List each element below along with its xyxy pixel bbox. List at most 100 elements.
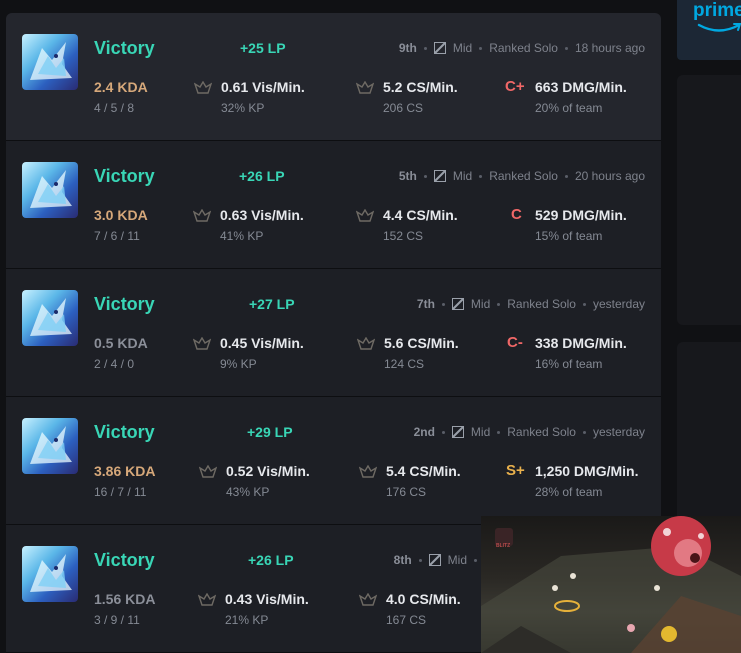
- damage-per-min: 529 DMG/Min.: [535, 207, 627, 223]
- separator-dot: [497, 302, 501, 306]
- cs-stat: 5.6 CS/Min. 124 CS: [357, 335, 459, 371]
- role-label: Mid: [470, 425, 491, 439]
- vision-stat: 0.43 Vis/Min. 21% KP: [198, 591, 309, 627]
- match-time: yesterday: [592, 425, 645, 439]
- cs-per-min: 4.4 CS/Min.: [383, 207, 458, 223]
- gameplay-video-frame: [481, 516, 741, 653]
- queue-type: Ranked Solo: [507, 425, 576, 439]
- match-meta: 2nd Mid Ranked Solo yesterday: [414, 425, 645, 439]
- sidebar-panel: [677, 342, 741, 522]
- separator-dot: [423, 46, 427, 50]
- performance-grade: C-: [507, 334, 523, 351]
- role-label: Mid: [452, 169, 473, 183]
- performance-grade: C+: [505, 78, 525, 95]
- mid-lane-icon: [451, 426, 464, 438]
- kda-ratio: 3.0 KDA: [94, 207, 148, 223]
- match-meta: 5th Mid Ranked Solo 20 hours ago: [399, 169, 645, 183]
- total-cs: 167 CS: [386, 613, 427, 627]
- separator-dot: [441, 430, 445, 434]
- match-card[interactable]: Victory +25 LP 9th Mid Ranked Solo 18 ho…: [6, 13, 661, 141]
- vision-per-min: 0.43 Vis/Min.: [225, 591, 309, 607]
- vision-stat: 0.45 Vis/Min. 9% KP: [193, 335, 304, 371]
- role-label: Mid: [452, 41, 473, 55]
- champion-portrait[interactable]: [22, 418, 78, 474]
- ward-icon: [198, 593, 216, 606]
- match-card[interactable]: Victory +27 LP 7th Mid Ranked Solo yeste…: [6, 269, 661, 397]
- prime-logo-text: prime: [693, 0, 741, 21]
- separator-dot: [497, 430, 501, 434]
- damage-per-min: 338 DMG/Min.: [535, 335, 627, 351]
- mid-lane-icon: [433, 42, 446, 54]
- cs-per-min: 5.4 CS/Min.: [386, 463, 461, 479]
- separator-dot: [441, 302, 445, 306]
- damage-stat: 1,250 DMG/Min. 28% of team: [535, 463, 638, 499]
- champion-portrait[interactable]: [22, 546, 78, 602]
- total-cs: 152 CS: [383, 229, 424, 243]
- champion-portrait[interactable]: [22, 162, 78, 218]
- match-result: Victory: [94, 422, 155, 442]
- kill-participation: 43% KP: [226, 485, 270, 499]
- match-meta: 8th Mid: [394, 553, 477, 567]
- separator-dot: [582, 302, 586, 306]
- minion-icon: [357, 337, 375, 350]
- kill-participation: 9% KP: [220, 357, 257, 371]
- placement: 9th: [398, 41, 417, 55]
- overlay-app-logo: BLITZ: [496, 543, 511, 549]
- damage-per-min: 663 DMG/Min.: [535, 79, 627, 95]
- cs-stat: 5.4 CS/Min. 176 CS: [359, 463, 461, 499]
- kda-ratio: 0.5 KDA: [94, 335, 148, 351]
- match-result: Victory: [94, 294, 155, 314]
- vision-stat: 0.63 Vis/Min. 41% KP: [193, 207, 304, 243]
- separator-dot: [564, 46, 568, 50]
- separator-dot: [479, 46, 483, 50]
- separator-dot: [474, 558, 477, 562]
- champion-portrait[interactable]: [22, 290, 78, 346]
- queue-type: Ranked Solo: [489, 169, 558, 183]
- placement: 5th: [398, 169, 417, 183]
- match-meta: 9th Mid Ranked Solo 18 hours ago: [399, 41, 645, 55]
- performance-grade: S+: [506, 462, 525, 479]
- video-overlay[interactable]: BLITZ: [481, 516, 741, 653]
- mid-lane-icon: [433, 170, 446, 182]
- match-card[interactable]: Victory +29 LP 2nd Mid Ranked Solo yeste…: [6, 397, 661, 525]
- queue-type: Ranked Solo: [489, 41, 558, 55]
- team-damage-share: 15% of team: [535, 229, 603, 243]
- queue-type: Ranked Solo: [507, 297, 576, 311]
- match-card[interactable]: Victory +26 LP 5th Mid Ranked Solo 20 ho…: [6, 141, 661, 269]
- cs-stat: 5.2 CS/Min. 206 CS: [356, 79, 458, 115]
- ward-icon: [193, 337, 211, 350]
- damage-stat: 529 DMG/Min. 15% of team: [535, 207, 627, 243]
- team-damage-share: 20% of team: [535, 101, 603, 115]
- sidebar-panel: [677, 75, 741, 325]
- mid-lane-icon: [451, 298, 464, 310]
- lp-change: +27 LP: [249, 296, 295, 312]
- kda-ratio: 1.56 KDA: [94, 591, 156, 607]
- lp-change: +29 LP: [247, 424, 293, 440]
- minion-icon: [359, 465, 377, 478]
- team-damage-share: 16% of team: [535, 357, 603, 371]
- kda-line: 16 / 7 / 11: [94, 485, 147, 499]
- kda-line: 7 / 6 / 11: [94, 229, 140, 243]
- mid-lane-icon: [428, 554, 441, 566]
- team-damage-share: 28% of team: [535, 485, 603, 499]
- cs-per-min: 4.0 CS/Min.: [386, 591, 461, 607]
- role-label: Mid: [447, 553, 467, 567]
- separator-dot: [418, 558, 422, 562]
- role-label: Mid: [470, 297, 491, 311]
- lp-change: +26 LP: [248, 552, 294, 568]
- minion-icon: [359, 593, 377, 606]
- match-result: Victory: [94, 166, 155, 186]
- match-result: Victory: [94, 550, 155, 570]
- separator-dot: [582, 430, 586, 434]
- kill-participation: 21% KP: [225, 613, 269, 627]
- vision-per-min: 0.45 Vis/Min.: [220, 335, 304, 351]
- champion-portrait[interactable]: [22, 34, 78, 90]
- cs-per-min: 5.2 CS/Min.: [383, 79, 458, 95]
- prime-ad-banner[interactable]: prime: [677, 0, 741, 60]
- kda-line: 2 / 4 / 0: [94, 357, 135, 371]
- match-time: yesterday: [592, 297, 645, 311]
- kda-line: 4 / 5 / 8: [94, 101, 135, 115]
- ward-icon: [193, 209, 211, 222]
- placement: 8th: [393, 553, 412, 567]
- kda-ratio: 3.86 KDA: [94, 463, 156, 479]
